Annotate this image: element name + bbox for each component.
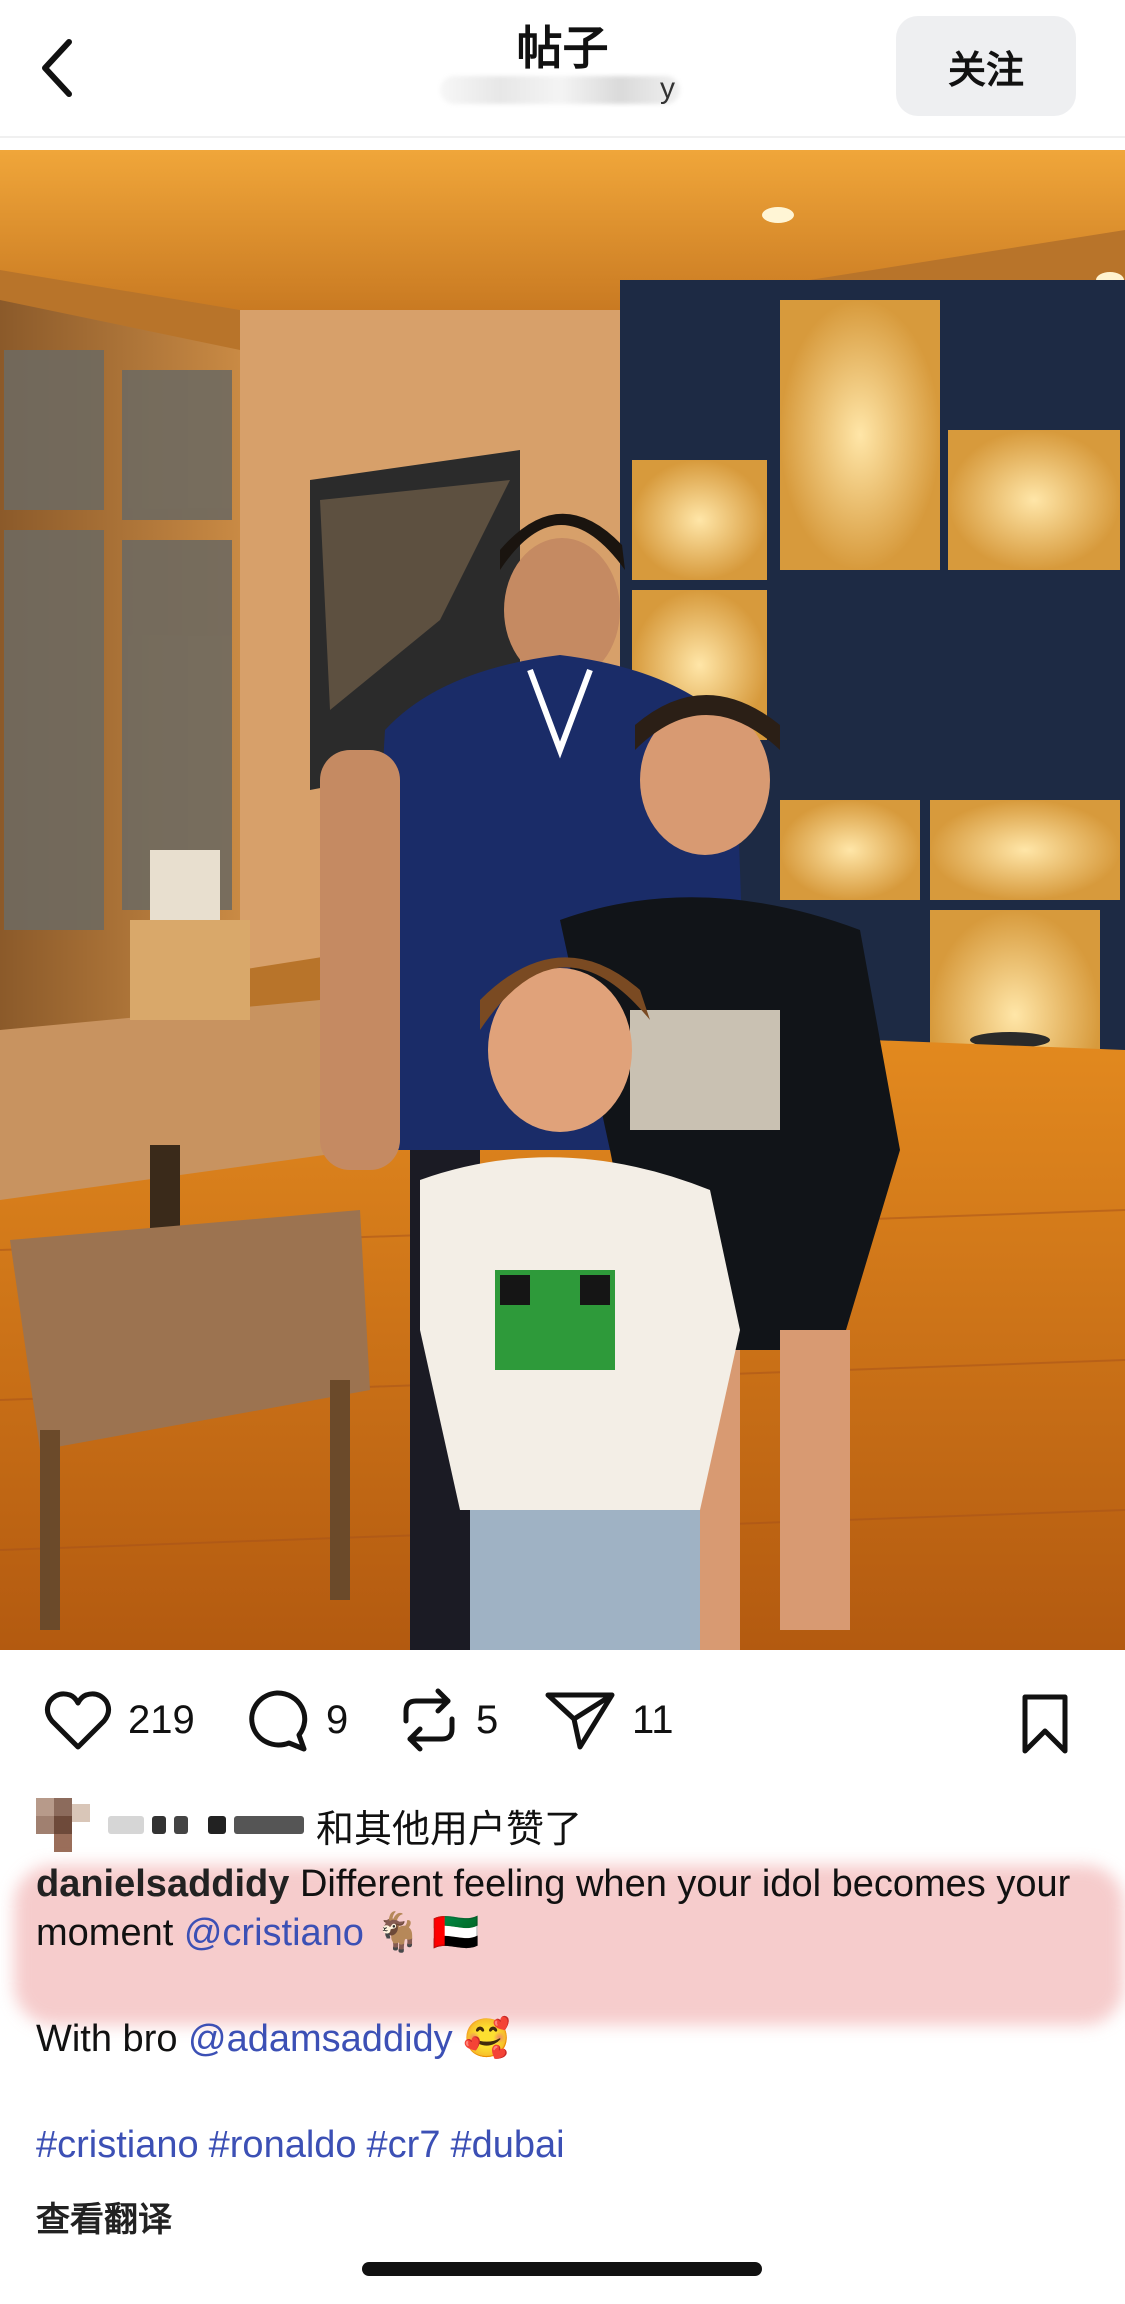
- liked-by-text: 和其他用户赞了: [316, 1808, 583, 1851]
- comment-icon: [249, 1690, 308, 1752]
- blurred-liker-name: [234, 1816, 304, 1834]
- repost-icon: [403, 1688, 455, 1752]
- liked-by-row[interactable]: 和其他用户赞了: [36, 1798, 1086, 1852]
- action-bar: 219 9 5 11: [0, 1680, 1125, 1770]
- comment-count: 9: [326, 1697, 349, 1742]
- post-photo[interactable]: [0, 150, 1125, 1650]
- like-button[interactable]: 219: [44, 1680, 195, 1760]
- like-count: 219: [128, 1697, 195, 1742]
- bookmark-button[interactable]: [1010, 1684, 1080, 1764]
- mention-adamsaddidy[interactable]: @adamsaddidy: [188, 2018, 453, 2060]
- hashtag[interactable]: #ronaldo: [209, 2124, 357, 2166]
- hashtag[interactable]: #dubai: [450, 2124, 564, 2166]
- mention-cristiano[interactable]: @cristiano: [184, 1912, 364, 1954]
- caption-line-2-text: With bro: [36, 2018, 178, 2060]
- share-icon: [545, 1692, 615, 1750]
- comment-button[interactable]: 9: [244, 1680, 348, 1760]
- caption-username[interactable]: danielsaddidy: [36, 1863, 289, 1905]
- author-name-visible-char: y: [660, 72, 675, 105]
- header-divider: [0, 136, 1125, 138]
- heart-icon: [44, 1691, 112, 1750]
- post-caption: danielsaddidy Different feeling when you…: [36, 1860, 1096, 1957]
- hashtags: #cristiano #ronaldo #cr7 #dubai: [36, 2124, 575, 2167]
- blurred-liker-name: [174, 1816, 188, 1834]
- blurred-liker-name: [208, 1816, 226, 1834]
- hashtag[interactable]: #cristiano: [36, 2124, 199, 2166]
- blurred-liker-name: [152, 1816, 166, 1834]
- follow-button[interactable]: 关注: [896, 16, 1076, 116]
- hashtag[interactable]: #cr7: [367, 2124, 441, 2166]
- caption-line-2: With bro @adamsaddidy 🥰: [36, 2016, 511, 2061]
- blurred-liker-name: [108, 1816, 144, 1834]
- liker-avatar: [36, 1798, 90, 1852]
- see-translation-link[interactable]: 查看翻译: [36, 2192, 172, 2241]
- goat-emoji: 🐐: [374, 1910, 422, 1954]
- repost-count: 5: [476, 1697, 499, 1742]
- blurred-author-name: [440, 76, 680, 104]
- repost-button[interactable]: 5: [398, 1680, 498, 1760]
- home-indicator[interactable]: [362, 2262, 762, 2276]
- share-button[interactable]: 11: [544, 1680, 674, 1760]
- smiling-hearts-emoji: 🥰: [463, 2016, 511, 2060]
- uae-flag-emoji: 🇦🇪: [432, 1910, 480, 1954]
- share-count: 11: [632, 1697, 674, 1742]
- top-bar: 帖子 y 关注: [0, 0, 1125, 145]
- bookmark-icon: [1022, 1694, 1068, 1754]
